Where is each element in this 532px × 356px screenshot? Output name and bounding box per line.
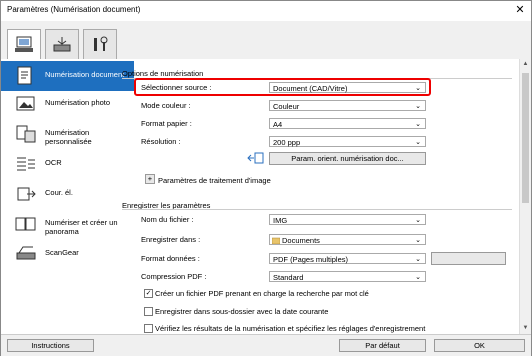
sidebar-item-photo-scan[interactable]: Numérisation photo	[1, 89, 134, 119]
tab-scan-computer[interactable]	[7, 29, 41, 61]
format-settings-button[interactable]	[431, 252, 506, 265]
filename-label: Nom du fichier :	[141, 215, 194, 224]
instructions-button[interactable]: Instructions	[7, 339, 94, 352]
sidebar-item-label: ScanGear	[45, 248, 79, 257]
resolution-select[interactable]: 200 ppp ⌄	[269, 136, 426, 147]
filename-select[interactable]: IMG ⌄	[269, 214, 426, 225]
email-icon	[17, 187, 36, 201]
color-label: Mode couleur :	[141, 101, 191, 110]
compression-label: Compression PDF :	[141, 272, 207, 281]
sidebar-item-label: Numérisation photo	[45, 98, 111, 107]
paper-label: Format papier :	[141, 119, 192, 128]
sidebar-item-label: OCR	[45, 158, 62, 167]
sidebar-item-label: Numérisation personnalisée	[45, 128, 92, 146]
tab-toolbar	[1, 21, 531, 61]
divider	[122, 209, 512, 210]
chevron-down-icon: ⌄	[415, 121, 421, 128]
tools-icon	[94, 36, 108, 51]
check-results-checkbox[interactable]	[144, 324, 153, 333]
expand-image-processing-button[interactable]: +	[145, 174, 155, 184]
check-results-label: Vérifiez les résultats de la numérisatio…	[155, 324, 426, 333]
close-icon[interactable]: ✕	[512, 3, 528, 17]
defaults-button[interactable]: Par défaut	[339, 339, 426, 352]
source-label: Sélectionner source :	[141, 83, 212, 92]
sidebar-item-document-scan[interactable]: Numérisation document	[1, 61, 134, 91]
compression-select[interactable]: Standard ⌄	[269, 271, 426, 282]
paper-select[interactable]: A4 ⌄	[269, 118, 426, 129]
chevron-down-icon: ⌄	[415, 256, 421, 263]
scan-computer-icon	[15, 36, 33, 52]
settings-window: Paramètres (Numérisation document) ✕ Num…	[0, 0, 532, 356]
format-label: Format données :	[141, 254, 200, 263]
scangear-icon	[16, 246, 36, 260]
chevron-down-icon: ⌄	[415, 139, 421, 146]
chevron-down-icon: ⌄	[415, 103, 421, 110]
chevron-down-icon: ⌄	[415, 237, 421, 244]
document-scan-icon	[17, 66, 32, 85]
keyword-search-pdf-checkbox[interactable]: ✓	[144, 289, 153, 298]
chevron-down-icon: ⌄	[415, 217, 421, 224]
scroll-up-icon[interactable]: ▲	[522, 61, 529, 67]
color-select[interactable]: Couleur ⌄	[269, 100, 426, 111]
panorama-icon	[15, 217, 36, 231]
sidebar: Numérisation document Numérisation photo…	[1, 59, 135, 334]
tab-tools[interactable]	[83, 29, 117, 60]
scroll-down-icon[interactable]: ▼	[522, 325, 529, 331]
sidebar-item-ocr[interactable]: OCR	[1, 149, 134, 179]
scan-options-heading: Options de numérisation	[122, 69, 204, 78]
orientation-icon	[247, 152, 264, 164]
scan-from-device-icon	[53, 37, 71, 52]
sidebar-item-email[interactable]: Cour. él.	[1, 179, 134, 209]
date-subfolder-label: Enregistrer dans sous-dossier avec la da…	[155, 307, 329, 316]
sidebar-item-label: Numériser et créer un panorama	[45, 218, 118, 236]
tab-scan-from-device[interactable]	[45, 29, 79, 60]
save-in-select[interactable]: Documents ⌄	[269, 234, 426, 245]
sidebar-item-label: Cour. él.	[45, 188, 73, 197]
chevron-down-icon: ⌄	[415, 85, 421, 92]
sidebar-item-custom-scan[interactable]: Numérisation personnalisée	[1, 119, 134, 149]
folder-icon	[272, 237, 280, 244]
sidebar-item-label: Numérisation document	[45, 70, 125, 79]
save-in-label: Enregistrer dans :	[141, 235, 201, 244]
image-processing-label: Paramètres de traitement d'image	[158, 176, 271, 185]
chevron-down-icon: ⌄	[415, 274, 421, 281]
keyword-search-pdf-label: Créer un fichier PDF prenant en charge l…	[155, 289, 369, 298]
date-subfolder-checkbox[interactable]	[144, 307, 153, 316]
footer-bar: Instructions Par défaut OK	[1, 334, 531, 356]
custom-scan-icon	[16, 125, 36, 143]
sidebar-item-scangear[interactable]: ScanGear	[1, 239, 134, 269]
ocr-icon	[17, 157, 35, 171]
orientation-settings-button[interactable]: Param. orient. numérisation doc...	[269, 152, 426, 165]
ok-button[interactable]: OK	[434, 339, 525, 352]
photo-scan-icon	[16, 96, 35, 111]
window-title: Paramètres (Numérisation document)	[7, 5, 141, 14]
format-select[interactable]: PDF (Pages multiples) ⌄	[269, 253, 426, 264]
source-select[interactable]: Document (CAD/Vitre) ⌄	[269, 82, 426, 93]
scrollbar[interactable]: ▲ ▼	[519, 59, 531, 334]
title-bar: Paramètres (Numérisation document) ✕	[1, 1, 531, 21]
resolution-label: Résolution :	[141, 137, 181, 146]
scrollbar-thumb[interactable]	[522, 73, 529, 203]
